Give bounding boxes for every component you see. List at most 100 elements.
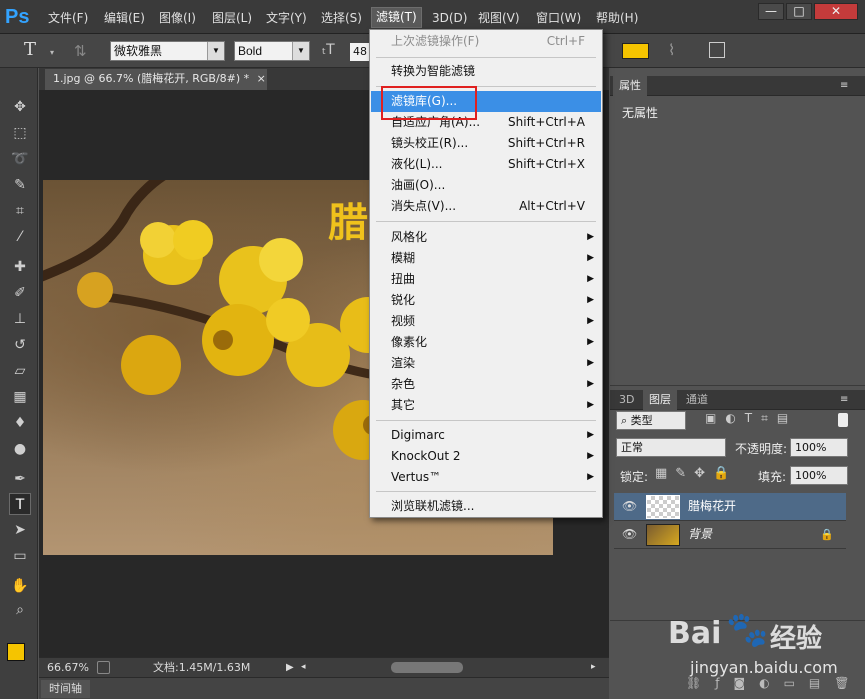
warp-text-icon[interactable]: ⌇ (668, 41, 675, 59)
healing-brush-tool-icon[interactable]: ✚ (9, 256, 31, 278)
text-color-swatch[interactable] (622, 43, 649, 59)
hand-tool-icon[interactable]: ✋ (9, 575, 31, 597)
menu-item-render[interactable]: 渲染 ▶ (371, 353, 601, 374)
character-panel-icon[interactable] (709, 42, 725, 58)
menu-item-blur[interactable]: 模糊 ▶ (371, 248, 601, 269)
menu-help[interactable]: 帮助(H) (596, 9, 638, 27)
status-menu-icon[interactable]: ▶ (286, 658, 294, 677)
panel-menu-icon[interactable]: ≡ (840, 390, 848, 409)
tab-channels[interactable]: 通道 (680, 390, 714, 410)
zoom-level[interactable]: 66.67% (47, 658, 89, 677)
menu-item-stylize[interactable]: 风格化 ▶ (371, 227, 601, 248)
menu-item-pixelate[interactable]: 像素化 ▶ (371, 332, 601, 353)
scroll-left-icon[interactable]: ◂ (301, 658, 306, 677)
menu-item-vanishing-point[interactable]: 消失点(V)... Alt+Ctrl+V (371, 196, 601, 217)
crop-tool-icon[interactable]: ⌗ (9, 200, 31, 222)
eraser-tool-icon[interactable]: ▱ (9, 360, 31, 382)
move-tool-icon[interactable]: ✥ (9, 96, 31, 118)
menu-item-label: 其它 (391, 398, 416, 412)
eyedropper-tool-icon[interactable]: ⁄ (9, 226, 31, 248)
close-button[interactable]: ✕ (814, 3, 858, 20)
panel-menu-icon[interactable]: ≡ (840, 76, 848, 95)
fill-input[interactable]: 100% (790, 466, 848, 485)
submenu-arrow-icon: ▶ (587, 430, 594, 440)
zoom-tool-icon[interactable]: ⌕ (9, 599, 31, 621)
tab-layers[interactable]: 图层 (643, 390, 677, 410)
type-tool-icon[interactable]: T (9, 493, 31, 515)
tab-3d[interactable]: 3D (613, 390, 640, 410)
visibility-eye-icon[interactable]: 👁 (622, 521, 637, 548)
menu-item-digimarc[interactable]: Digimarc ▶ (371, 425, 601, 446)
layer-row[interactable]: 👁 背景 🔒 (614, 521, 846, 549)
menu-item-knockout[interactable]: KnockOut 2 ▶ (371, 446, 601, 467)
lasso-tool-icon[interactable]: ➰ (9, 148, 31, 170)
menu-item-video[interactable]: 视频 ▶ (371, 311, 601, 332)
menu-file[interactable]: 文件(F) (48, 9, 88, 27)
opacity-input[interactable]: 100% (790, 438, 848, 457)
menu-item-sharpen[interactable]: 锐化 ▶ (371, 290, 601, 311)
share-icon[interactable] (97, 661, 110, 674)
menu-item-vertus[interactable]: Vertus™ ▶ (371, 467, 601, 488)
foreground-color-swatch[interactable] (7, 643, 25, 661)
history-brush-tool-icon[interactable]: ↺ (9, 334, 31, 356)
layer-row[interactable]: 👁 腊梅花开 (614, 493, 846, 521)
menu-window[interactable]: 窗口(W) (536, 9, 581, 27)
filter-toggle[interactable] (838, 413, 848, 427)
type-tool-icon[interactable]: T (24, 39, 36, 60)
layer-name[interactable]: 腊梅花开 (688, 493, 736, 520)
menu-filter[interactable]: 滤镜(T) (371, 7, 422, 28)
blur-tool-icon[interactable]: ♦ (9, 412, 31, 434)
menu-item-convert-smart-filter[interactable]: 转换为智能滤镜 (371, 61, 601, 82)
dodge-tool-icon[interactable]: ● (9, 438, 31, 460)
menu-item-label: 转换为智能滤镜 (391, 64, 476, 78)
menu-item-label: 锐化 (391, 293, 416, 307)
menu-layer[interactable]: 图层(L) (212, 9, 252, 27)
lock-icons[interactable]: ▦✎✥🔒 (655, 466, 737, 481)
path-selection-tool-icon[interactable]: ➤ (9, 519, 31, 541)
menu-type[interactable]: 文字(Y) (266, 9, 307, 27)
properties-tab[interactable]: 属性 (613, 76, 647, 96)
document-tab[interactable]: 1.jpg @ 66.7% (腊梅花开, RGB/8#) * × (45, 69, 267, 90)
doc-info[interactable]: 文档:1.45M/1.63M (153, 658, 250, 677)
marquee-tool-icon[interactable]: ⬚ (9, 122, 31, 144)
menu-image[interactable]: 图像(I) (159, 9, 196, 27)
font-family-select[interactable]: 微软雅黑 ▼ (110, 41, 225, 61)
menu-edit[interactable]: 编辑(E) (104, 9, 145, 27)
submenu-arrow-icon: ▶ (587, 274, 594, 284)
menu-item-liquify[interactable]: 液化(L)... Shift+Ctrl+X (371, 154, 601, 175)
brush-tool-icon[interactable]: ✐ (9, 282, 31, 304)
menu-item-other[interactable]: 其它 ▶ (371, 395, 601, 416)
shape-tool-icon[interactable]: ▭ (9, 545, 31, 567)
menu-select[interactable]: 选择(S) (321, 9, 362, 27)
horizontal-scrollbar[interactable] (391, 662, 463, 673)
minimize-button[interactable]: — (758, 3, 784, 20)
submenu-arrow-icon: ▶ (587, 295, 594, 305)
menu-item-label: 杂色 (391, 377, 416, 391)
menu-item-browse-online-filters[interactable]: 浏览联机滤镜... (371, 496, 601, 517)
maximize-button[interactable]: □ (786, 3, 812, 20)
menu-item-noise[interactable]: 杂色 ▶ (371, 374, 601, 395)
timeline-tab[interactable]: 时间轴 (41, 680, 90, 698)
pen-tool-icon[interactable]: ✒ (9, 468, 31, 490)
visibility-eye-icon[interactable]: 👁 (622, 493, 637, 520)
gradient-tool-icon[interactable]: ▦ (9, 386, 31, 408)
layer-filter-select[interactable]: ⌕ 类型 (616, 411, 686, 430)
menu-item-last-filter[interactable]: 上次滤镜操作(F) Ctrl+F (371, 31, 601, 52)
menu-3d[interactable]: 3D(D) (432, 9, 467, 27)
layer-filter-icons[interactable]: ▣◐T⌗▤ (705, 411, 797, 426)
text-orientation-icon[interactable]: ⇅ (74, 42, 94, 60)
menu-view[interactable]: 视图(V) (478, 9, 520, 27)
blend-mode-select[interactable]: 正常 (616, 438, 726, 457)
close-tab-icon[interactable]: × (257, 72, 266, 85)
font-style-select[interactable]: Bold ▼ (234, 41, 310, 61)
clone-stamp-tool-icon[interactable]: ⊥ (9, 308, 31, 330)
menu-item-distort[interactable]: 扭曲 ▶ (371, 269, 601, 290)
menu-item-oil-paint[interactable]: 油画(O)... (371, 175, 601, 196)
font-size-input[interactable]: 48 (350, 43, 370, 61)
chevron-down-icon[interactable]: ▾ (50, 48, 54, 57)
layer-name[interactable]: 背景 (688, 521, 712, 548)
text-layer-preview: 腊 (328, 200, 368, 246)
menu-item-lens-correction[interactable]: 镜头校正(R)... Shift+Ctrl+R (371, 133, 601, 154)
scroll-right-icon[interactable]: ▸ (591, 658, 596, 677)
quick-select-tool-icon[interactable]: ✎ (9, 174, 31, 196)
